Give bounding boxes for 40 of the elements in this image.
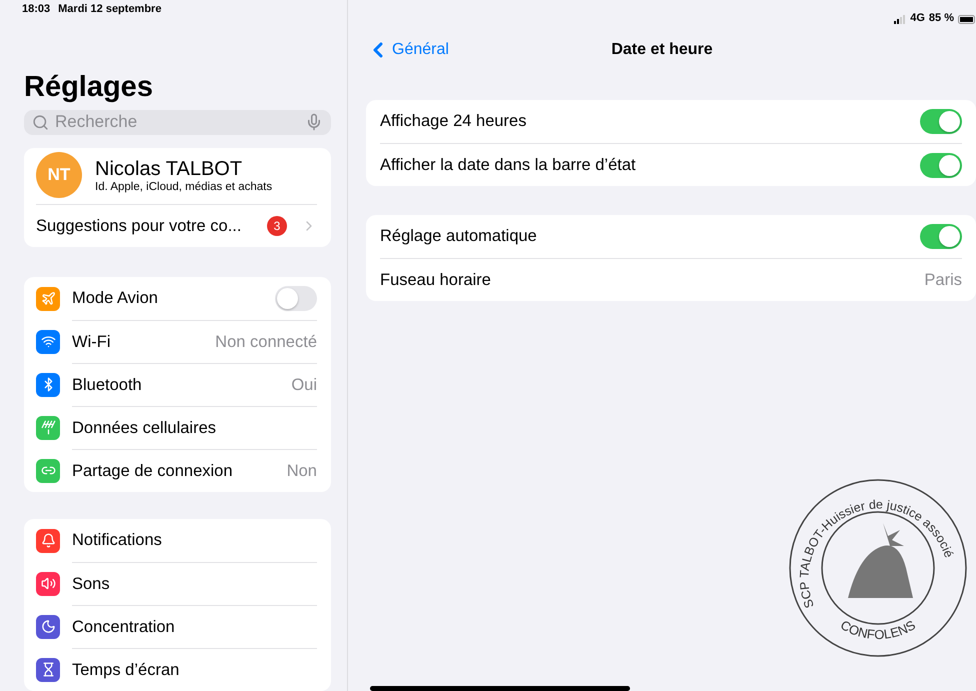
profile-subtitle: Id. Apple, iCloud, médias et achats: [95, 180, 272, 192]
avatar: NT: [36, 152, 82, 198]
toggle-switch[interactable]: [920, 224, 962, 249]
row-value: Oui: [291, 376, 317, 394]
network-label: 4G: [910, 12, 925, 24]
row-value: Paris: [924, 270, 962, 290]
search-icon: [32, 114, 49, 131]
page-title: Réglages: [24, 70, 154, 104]
nav-title: Date et heure: [611, 41, 713, 59]
microphone-icon: [305, 113, 323, 132]
settings-row[interactable]: Notifications: [24, 519, 331, 562]
toggle-switch[interactable]: [920, 109, 962, 134]
back-link[interactable]: Général: [366, 38, 612, 62]
suggestions-label: Suggestions pour votre co...: [36, 216, 242, 236]
count-badge: 3: [267, 216, 287, 236]
row-value: Non: [286, 462, 317, 480]
status-date: Mardi 12 septembre: [58, 2, 162, 15]
battery-percent: 85 %: [928, 12, 954, 24]
search-field[interactable]: Recherche: [53, 111, 301, 134]
toggle-switch[interactable]: [275, 286, 317, 311]
toggle-switch[interactable]: [920, 152, 962, 178]
status-time: 18:03: [22, 2, 50, 15]
settings-row[interactable]: Réglage automatique: [366, 215, 976, 258]
settings-row[interactable]: Concentration: [24, 605, 331, 648]
settings-row[interactable]: Sons: [24, 562, 331, 605]
profile-name: Nicolas TALBOT: [95, 158, 244, 180]
settings-row[interactable]: Wi-Fi Non connecté: [24, 320, 331, 363]
settings-row[interactable]: Données cellulaires: [24, 406, 331, 449]
settings-row[interactable]: Partage de connexion Non: [24, 449, 331, 492]
settings-row[interactable]: Afficher la date dans la barre d’état: [366, 143, 976, 186]
settings-row[interactable]: Mode Avion: [24, 277, 331, 320]
signal-icon: [894, 15, 906, 24]
row-value: Non connecté: [215, 332, 317, 352]
settings-row[interactable]: Fuseau horaire Paris: [366, 258, 976, 301]
profile-card[interactable]: NT Nicolas TALBOT Id. Apple, iCloud, médias et achats Suggestions pour votre co... 3: [24, 148, 331, 247]
settings-row[interactable]: Temps d’écran: [24, 648, 331, 691]
settings-row[interactable]: Affichage 24 heures: [366, 100, 976, 143]
settings-row[interactable]: Bluetooth Oui: [24, 363, 331, 406]
battery-icon: [958, 15, 976, 24]
search-bar[interactable]: Recherche: [24, 110, 331, 135]
